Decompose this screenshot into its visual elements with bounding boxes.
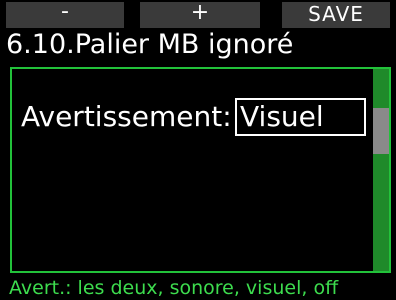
warning-setting-label: Avertissement: xyxy=(21,100,232,133)
options-hint: Avert.: les deux, sonore, visuel, off xyxy=(9,277,339,299)
scrollbar[interactable] xyxy=(373,69,389,271)
warning-value-field[interactable]: Visuel xyxy=(235,98,366,136)
softkey-bar: - + SAVE xyxy=(0,0,396,30)
scrollbar-thumb[interactable] xyxy=(373,108,389,154)
page-title: 6.10.Palier MB ignoré xyxy=(6,29,294,60)
decrease-button[interactable]: - xyxy=(6,1,124,28)
dive-computer-screen: - + SAVE 6.10.Palier MB ignoré Avertisse… xyxy=(0,0,396,300)
increase-button[interactable]: + xyxy=(140,2,260,28)
settings-panel: Avertissement: Visuel xyxy=(10,67,391,273)
save-button[interactable]: SAVE xyxy=(282,2,390,28)
